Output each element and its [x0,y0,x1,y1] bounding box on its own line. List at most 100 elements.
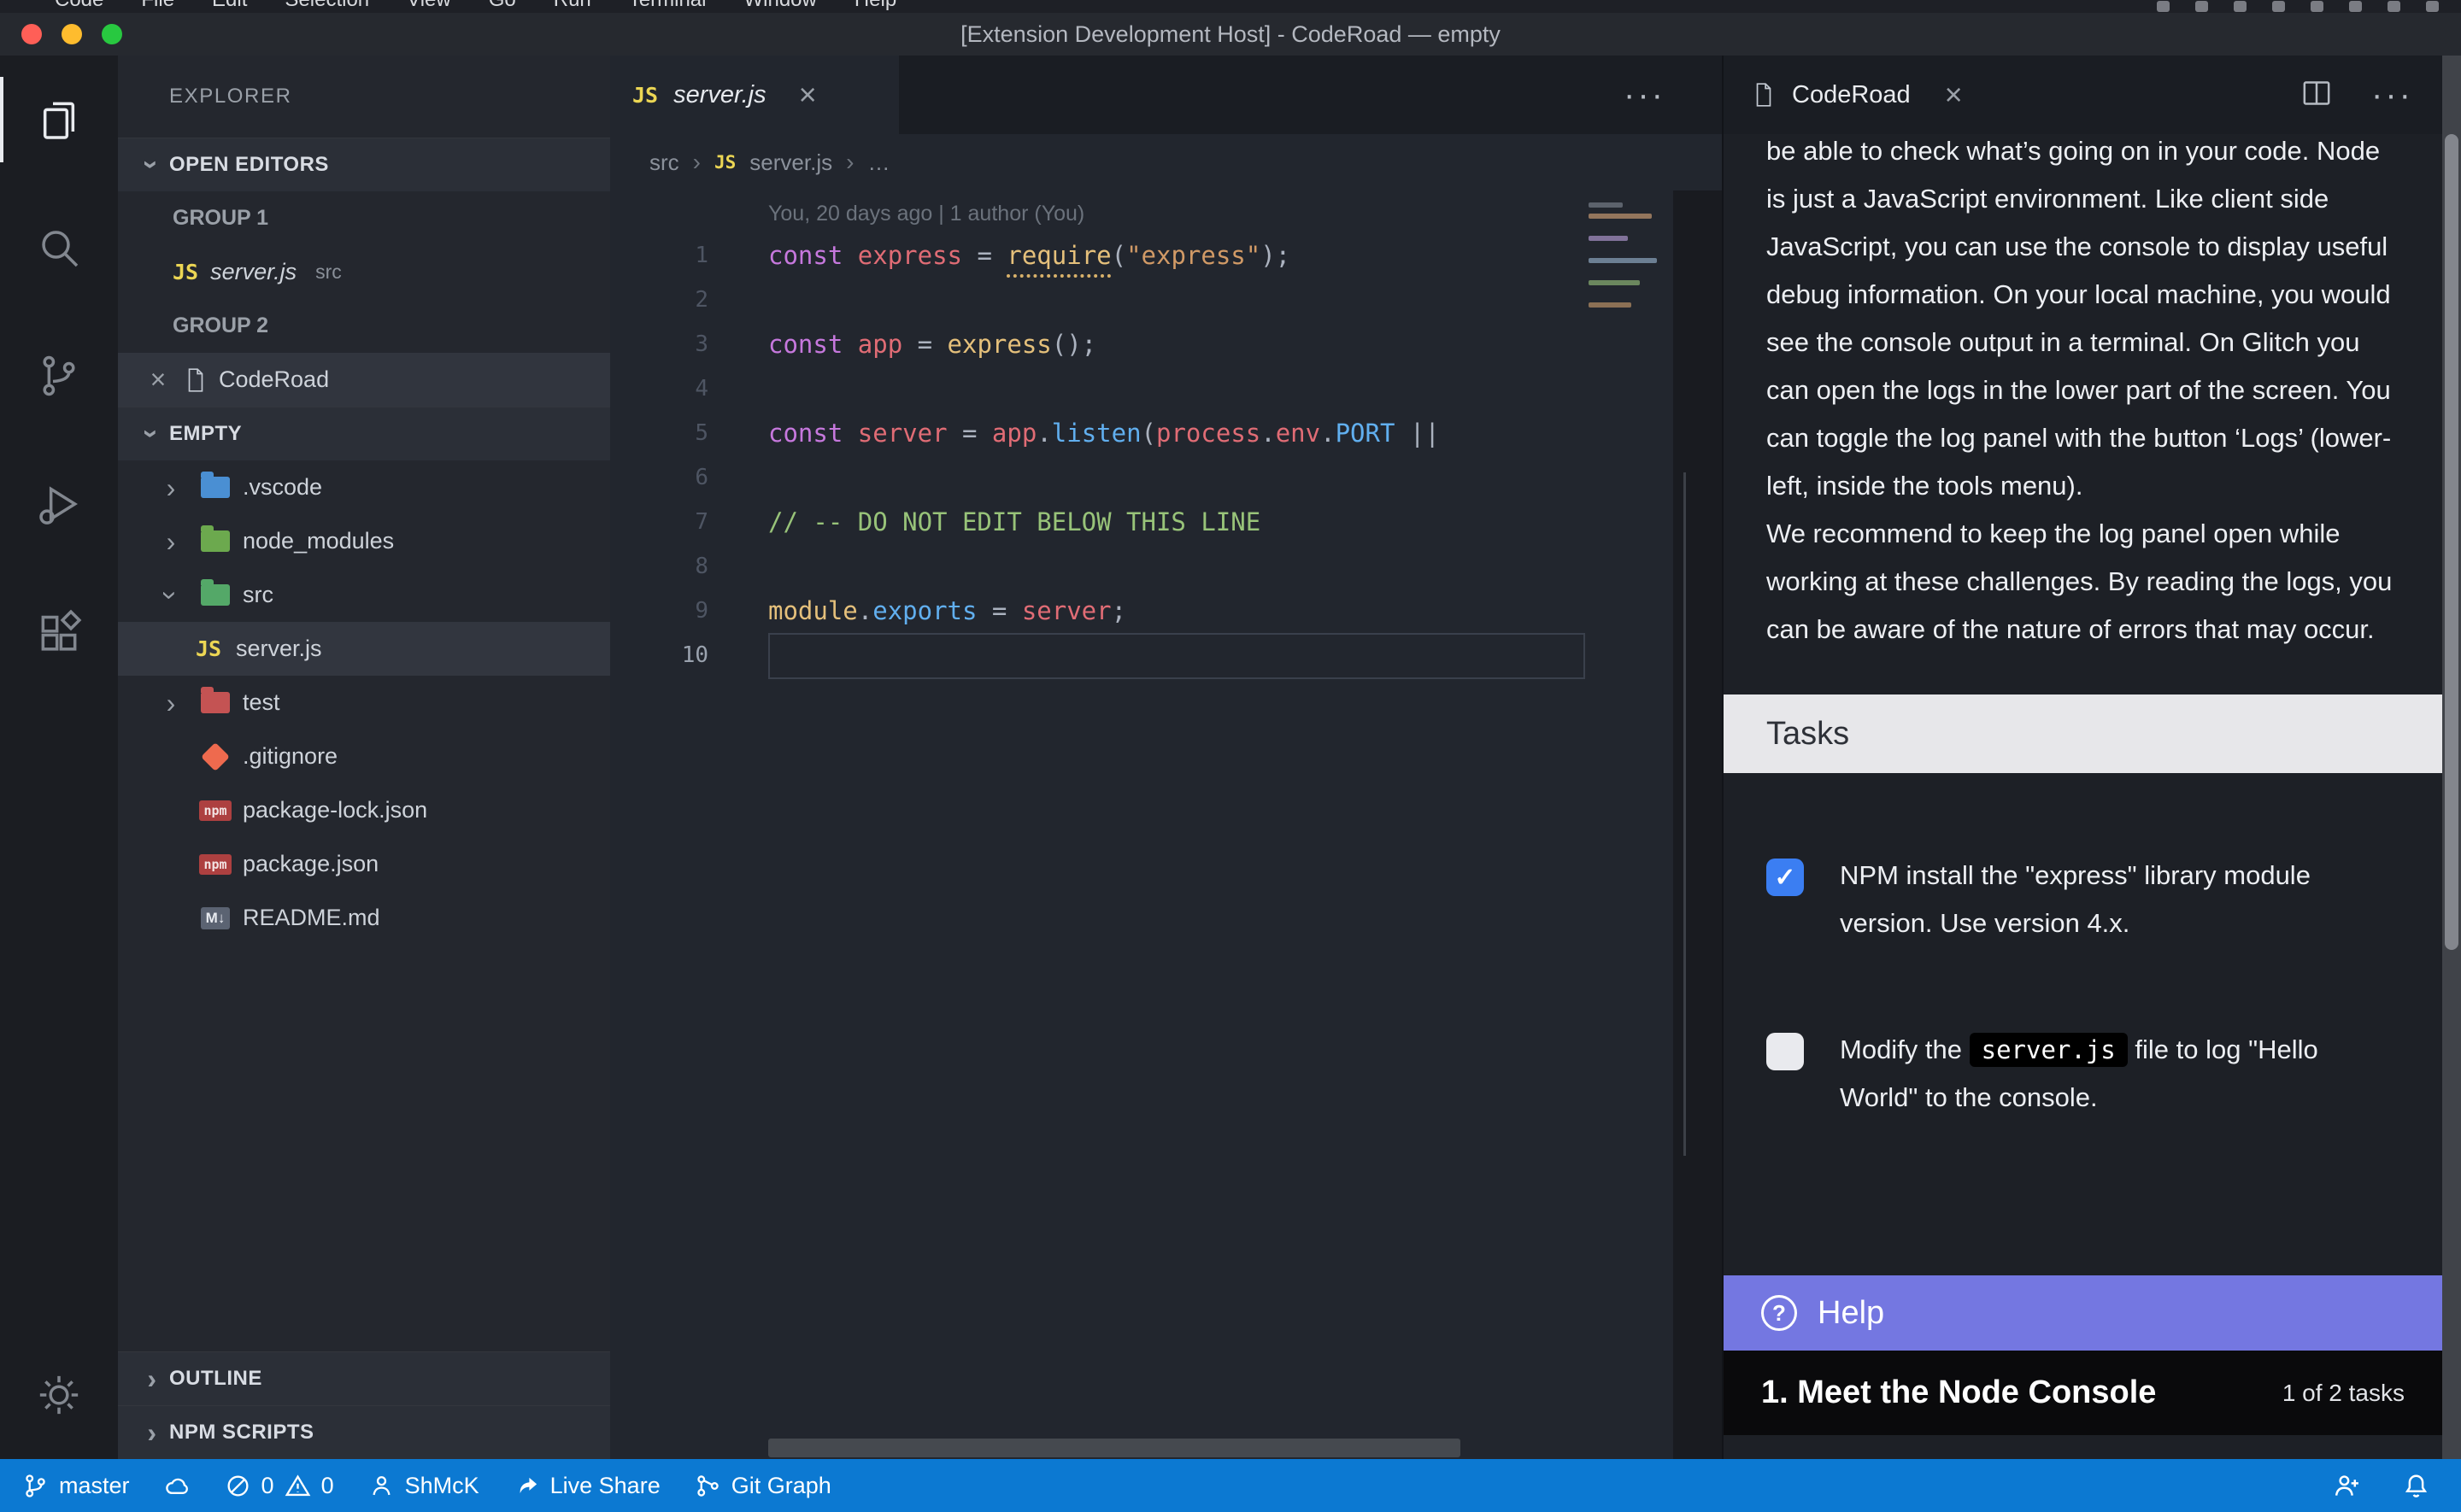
open-editor-coderoad[interactable]: × CodeRoad [118,353,610,407]
coderoad-tab-bar: CodeRoad × ··· [1724,56,2442,134]
help-button[interactable]: ? Help [1724,1275,2442,1351]
explorer-icon[interactable] [0,56,118,184]
chevron-down-icon: › [138,417,166,451]
extensions-icon[interactable] [0,568,118,696]
chevron-right-icon: › [135,1419,169,1446]
coderoad-tab-label[interactable]: CodeRoad [1792,81,1911,109]
code-line[interactable]: 9 module.exports = server; [610,589,1722,633]
close-icon[interactable]: × [144,364,173,396]
editor-group-2-label: GROUP 2 [118,299,610,353]
code-line current-line[interactable]: 10 [610,633,1722,677]
problems-indicator[interactable]: 0 0 [225,1473,334,1499]
code-line[interactable]: 2 [610,278,1722,322]
menu-item-selection[interactable]: Selection [285,0,369,12]
minimap[interactable] [1589,202,1667,314]
menubar-status-icons [2157,1,2439,12]
panel-scrollbar-thumb[interactable] [2445,134,2458,950]
line-number: 1 [610,243,708,268]
editor-group: JS server.js × ··· src › JS server.js › … [610,56,1722,1459]
error-icon [225,1473,251,1499]
code-line[interactable]: 5 const server = app.listen(process.env.… [610,411,1722,455]
tree-item-gitignore[interactable]: .gitignore [118,730,610,783]
tree-item-vscode[interactable]: › .vscode [118,460,610,514]
split-editor-icon[interactable] [2299,76,2334,114]
close-tab-icon[interactable]: × [799,77,817,113]
menu-item-view[interactable]: View [407,0,451,12]
tree-item-label: src [243,582,273,608]
cloud-icon [164,1473,191,1499]
open-editor-server-js[interactable]: JS server.js src [118,245,610,299]
more-actions-icon[interactable]: ··· [2371,76,2413,114]
person-icon [368,1473,395,1499]
lesson-paragraph: We recommend to keep the log panel open … [1766,510,2399,653]
chevron-down-icon: › [138,148,166,182]
breadcrumb-file[interactable]: server.js [749,149,832,176]
menu-item-code[interactable]: Code [55,0,103,12]
tree-item-label: package.json [243,851,379,877]
code-line[interactable]: 1 const express = require("express"); [610,233,1722,278]
folder-icon-test [197,692,234,713]
gitlens-blame-annotation[interactable]: You, 20 days ago | 1 author (You) [768,190,1722,233]
tree-item-label: package-lock.json [243,797,427,823]
menu-item-window[interactable]: Window [743,0,816,12]
folder-icon-src [197,584,234,606]
tree-item-label: .gitignore [243,743,338,770]
branch-indicator[interactable]: master [22,1473,130,1499]
tree-item-readme[interactable]: M↓ README.md [118,891,610,945]
workspace-root-header[interactable]: › EMPTY [118,407,610,460]
npm-scripts-header[interactable]: › NPM SCRIPTS [118,1405,610,1459]
tree-item-node-modules[interactable]: › node_modules [118,514,610,568]
user-indicator[interactable]: ShMcK [368,1473,479,1499]
search-icon[interactable] [0,184,118,312]
code-editor[interactable]: You, 20 days ago | 1 author (You) 1 cons… [610,190,1722,1459]
tree-item-package-json[interactable]: npm package.json [118,837,610,891]
tree-item-test[interactable]: › test [118,676,610,730]
tree-item-package-lock[interactable]: npm package-lock.json [118,783,610,837]
editor-more-actions-icon[interactable]: ··· [1624,56,1722,134]
code-line[interactable]: 6 [610,455,1722,500]
help-label: Help [1818,1295,1884,1332]
user-name: ShMcK [405,1473,479,1499]
menu-item-go[interactable]: Go [489,0,516,12]
menu-item-help[interactable]: Help [855,0,896,12]
sync-indicator[interactable] [164,1473,191,1499]
notifications-bell-icon[interactable] [2402,1472,2430,1500]
activity-bar [0,56,118,1459]
menu-item-terminal[interactable]: Terminal [629,0,707,12]
breadcrumb-symbol[interactable]: … [867,149,890,176]
menu-item-edit[interactable]: Edit [212,0,247,12]
git-graph-label: Git Graph [731,1473,831,1499]
coderoad-panel: CodeRoad × ··· be able to check what’s g… [1722,56,2442,1459]
settings-gear-icon[interactable] [0,1331,118,1459]
editor-group-1-label: GROUP 1 [118,191,610,245]
lesson-footer[interactable]: 1. Meet the Node Console 1 of 2 tasks [1724,1351,2442,1435]
breadcrumb-src[interactable]: src [649,149,679,176]
code-line[interactable]: 4 [610,366,1722,411]
git-graph-button[interactable]: Git Graph [695,1473,831,1499]
line-number: 7 [610,509,708,535]
tree-item-server-js[interactable]: JS server.js [118,622,610,676]
panel-scrollbar[interactable] [2442,56,2461,1459]
close-tab-icon[interactable]: × [1945,77,1963,113]
menu-item-run[interactable]: Run [554,0,591,12]
tree-item-label: .vscode [243,474,322,501]
live-share-button[interactable]: Live Share [514,1473,661,1499]
code-line[interactable]: 7 // -- DO NOT EDIT BELOW THIS LINE [610,500,1722,544]
editor-scrollbar[interactable] [1673,190,1722,1459]
open-editors-header[interactable]: › OPEN EDITORS [118,138,610,191]
help-icon: ? [1761,1295,1797,1331]
task-checkbox-unchecked[interactable] [1766,1033,1804,1070]
horizontal-scrollbar-thumb[interactable] [768,1439,1460,1457]
run-debug-icon[interactable] [0,440,118,568]
tab-server-js[interactable]: JS server.js × [610,56,899,134]
source-control-icon[interactable] [0,312,118,440]
task-checkbox-checked[interactable]: ✓ [1766,859,1804,896]
code-line[interactable]: 8 [610,544,1722,589]
tree-item-src[interactable]: › src [118,568,610,622]
menu-item-file[interactable]: File [141,0,174,12]
editor-scrollbar-thumb[interactable] [1683,472,1686,1156]
title-bar: [Extension Development Host] - CodeRoad … [0,13,2461,56]
outline-header[interactable]: › OUTLINE [118,1351,610,1405]
add-contact-icon[interactable] [2333,1472,2361,1500]
code-line[interactable]: 3 const app = express(); [610,322,1722,366]
